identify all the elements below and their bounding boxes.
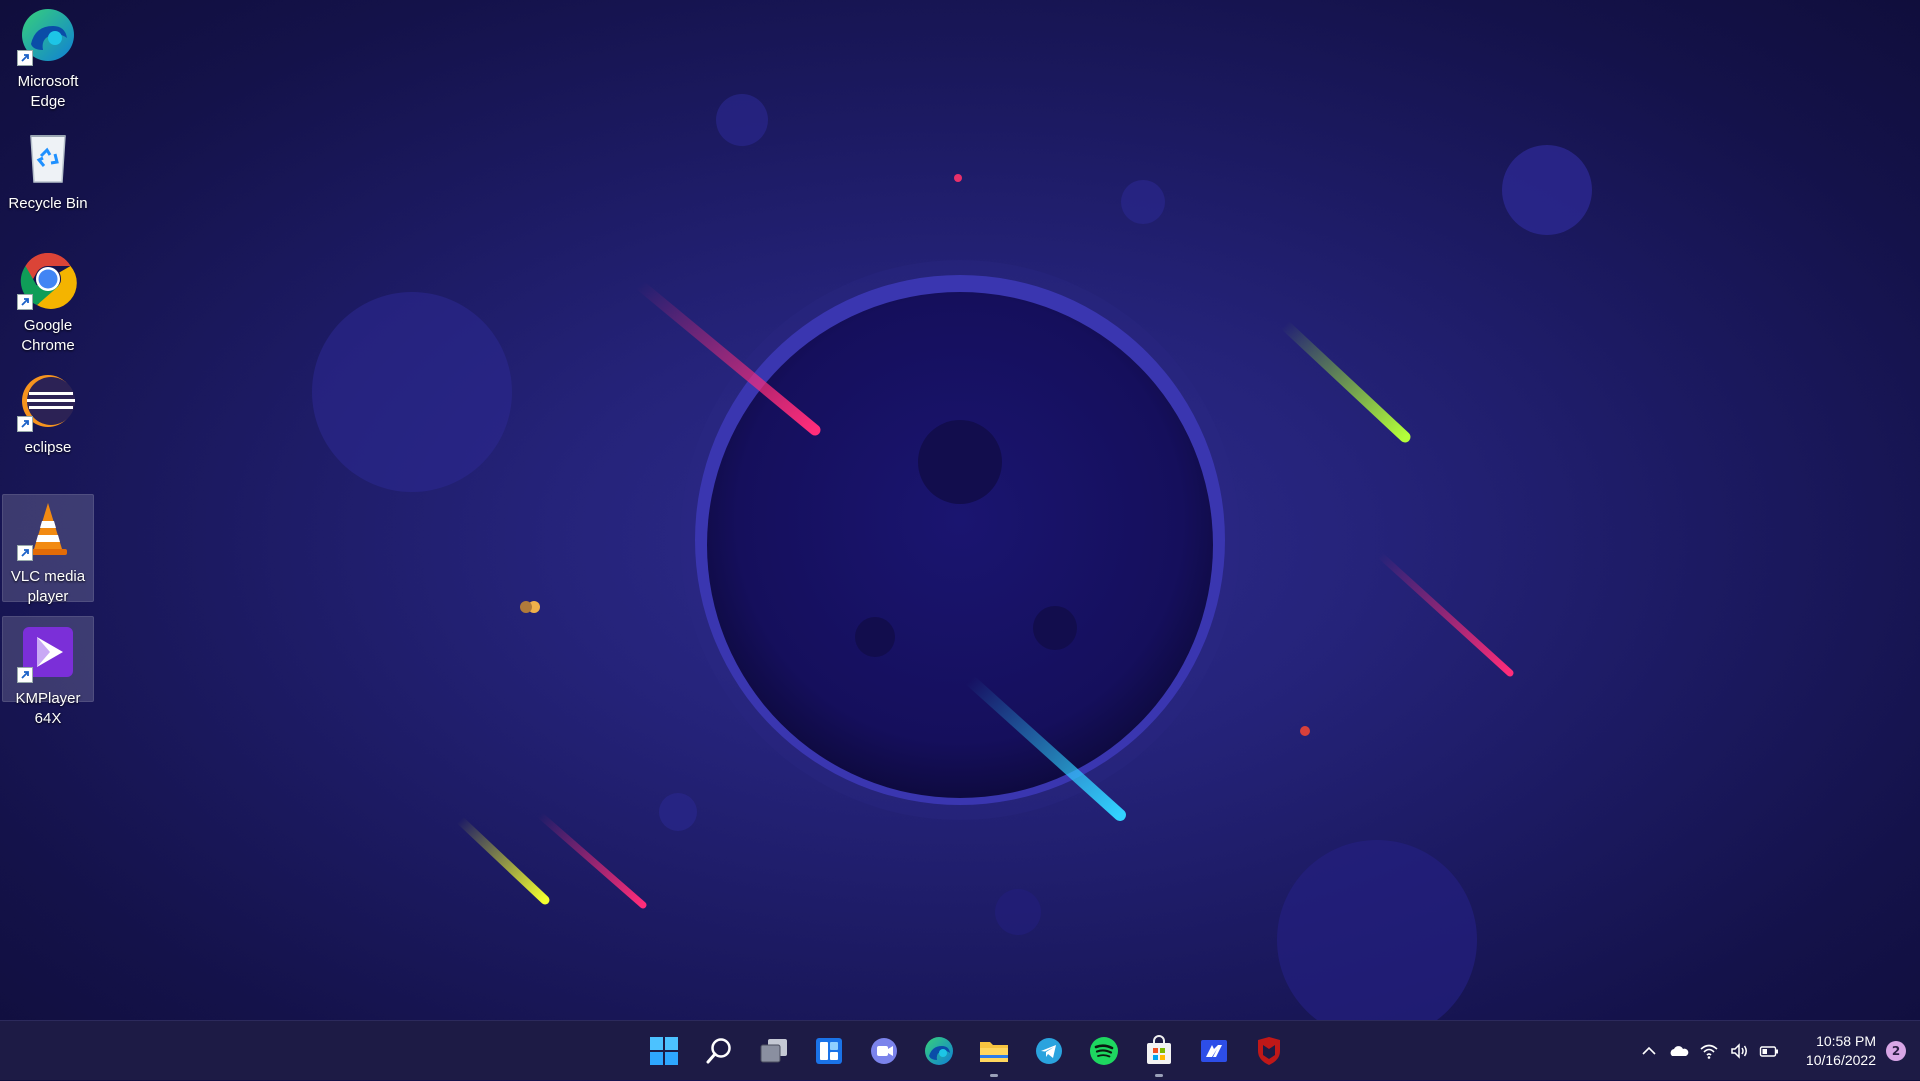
task-view-button[interactable] [746, 1021, 801, 1081]
edge-icon [924, 1037, 953, 1065]
desktop-icon-label: Recycle Bin [8, 195, 88, 212]
start-button[interactable] [636, 1021, 691, 1081]
microsoft-store-icon [1146, 1035, 1171, 1064]
recycle-bin-icon [17, 126, 79, 188]
show-hidden-icons-button[interactable] [1634, 1031, 1664, 1071]
shortcut-arrow-icon [17, 50, 33, 66]
shortcut-arrow-icon [17, 416, 33, 432]
desktop-icon-microsoft-edge[interactable]: Microsoft Edge [2, 0, 94, 110]
onedrive-cloud-icon [1670, 1046, 1689, 1056]
clock-button[interactable]: 10:58 PM 10/16/2022 [1796, 1032, 1876, 1070]
vlc-icon [17, 499, 79, 561]
shortcut-arrow-icon [17, 667, 33, 683]
desktop-icon-kmplayer[interactable]: KMPlayer 64X [2, 616, 94, 727]
desktop-icon-label: VLC media player [10, 568, 86, 605]
search-button[interactable] [691, 1021, 746, 1081]
desktop-icon-label: Google Chrome [21, 317, 75, 354]
shortcut-arrow-icon [17, 294, 33, 310]
edge-icon [17, 4, 79, 66]
file-explorer-icon [979, 1042, 1008, 1062]
kmplayer-icon [17, 621, 79, 683]
eclipse-icon [17, 370, 79, 432]
desktop-icon-label: KMPlayer 64X [15, 690, 81, 727]
spotify-icon [1089, 1037, 1118, 1065]
desktop-icon-label: eclipse [24, 439, 72, 456]
mcafee-button[interactable] [1241, 1021, 1296, 1081]
running-indicator [1155, 1074, 1163, 1077]
taskbar-pinned-apps [636, 1021, 1296, 1081]
file-explorer-button[interactable] [966, 1021, 1021, 1081]
telegram-icon [1035, 1038, 1062, 1064]
battery-button[interactable] [1754, 1031, 1784, 1071]
teams-chat-icon [870, 1038, 897, 1064]
start-icon [649, 1037, 678, 1065]
shortcut-arrow-icon [17, 545, 33, 561]
widgets-button[interactable] [801, 1021, 856, 1081]
search-icon [706, 1038, 731, 1064]
volume-icon [1731, 1043, 1747, 1059]
battery-icon [1759, 1046, 1778, 1057]
mail-app-icon [1200, 1040, 1227, 1062]
desktop-icon-recycle-bin[interactable]: Recycle Bin [2, 122, 94, 230]
desktop-icon-eclipse[interactable]: eclipse [2, 366, 94, 474]
microsoft-store-button[interactable] [1131, 1021, 1186, 1081]
network-button[interactable] [1694, 1031, 1724, 1071]
clock-time: 10:58 PM [1816, 1033, 1876, 1049]
onedrive-button[interactable] [1664, 1031, 1694, 1071]
spotify-button[interactable] [1076, 1021, 1131, 1081]
wifi-icon [1700, 1044, 1718, 1059]
widgets-icon [815, 1038, 842, 1064]
chevron-up-icon [1642, 1046, 1656, 1055]
running-indicator [990, 1074, 998, 1077]
clock-date: 10/16/2022 [1805, 1052, 1876, 1068]
teams-chat-button[interactable] [856, 1021, 911, 1081]
taskbar: 10:58 PM 10/16/2022 2 [0, 1020, 1920, 1080]
edge-taskbar-button[interactable] [911, 1021, 966, 1081]
desktop-icon-label: Microsoft Edge [17, 73, 79, 110]
system-tray: 10:58 PM 10/16/2022 2 [1634, 1021, 1920, 1081]
notification-badge[interactable]: 2 [1886, 1041, 1906, 1061]
desktop-icon-vlc-media-player[interactable]: VLC media player [2, 494, 94, 605]
mcafee-icon [1257, 1037, 1280, 1065]
desktop-icon-google-chrome[interactable]: Google Chrome [2, 244, 94, 354]
volume-button[interactable] [1724, 1031, 1754, 1071]
telegram-button[interactable] [1021, 1021, 1076, 1081]
chrome-icon [17, 248, 79, 310]
desktop-wallpaper [312, 94, 1592, 1020]
task-view-icon [760, 1039, 787, 1063]
mail-app-button[interactable] [1186, 1021, 1241, 1081]
